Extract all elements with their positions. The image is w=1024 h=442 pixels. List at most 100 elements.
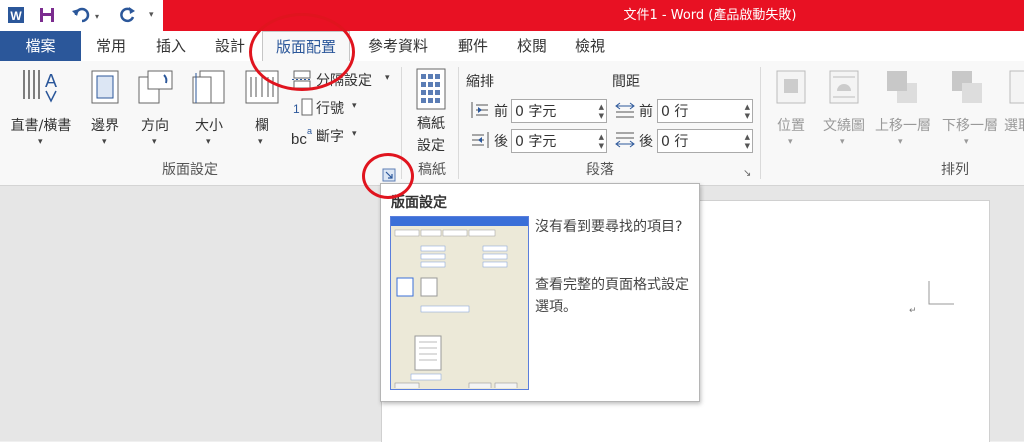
tab-file[interactable]: 檔案	[0, 31, 81, 61]
undo-icon[interactable]: ▾	[70, 5, 104, 25]
margins-button[interactable]: 邊界	[84, 115, 126, 135]
svg-text:1: 1	[293, 102, 300, 116]
columns-button[interactable]: 欄	[242, 115, 282, 135]
indent-after-input[interactable]: 0 字元 ▲ ▼	[511, 129, 607, 153]
spacing-after-value: 0 行	[661, 134, 689, 150]
position-icon[interactable]	[775, 69, 807, 105]
indent-after-value: 0 字元	[515, 134, 557, 150]
indent-title: 縮排	[466, 74, 494, 90]
svg-text:↵: ↵	[909, 306, 917, 316]
chevron-down-icon: ▾	[352, 129, 357, 139]
spacing-title: 間距	[612, 74, 640, 90]
arrange-group-label: 排列	[941, 162, 969, 178]
indent-before-value: 0 字元	[515, 104, 557, 120]
word-app-icon[interactable]: W	[6, 5, 26, 25]
spacing-before-value: 0 行	[661, 104, 689, 120]
page-setup-tooltip: 版面設定 沒有看到要尋找的項目? 查看完整的頁面格式設定選項。	[380, 183, 700, 402]
chevron-down-icon: ▾	[964, 137, 969, 147]
chevron-down-icon: ▾	[840, 137, 845, 147]
spacing-before-label: 前	[639, 104, 653, 120]
selection-pane-button[interactable]: 選取	[1004, 115, 1024, 135]
position-button[interactable]: 位置	[770, 115, 812, 135]
chevron-down-icon: ▾	[152, 137, 157, 147]
paragraph-group-label: 段落	[586, 162, 614, 178]
spin-down-icon[interactable]: ▼	[599, 142, 604, 150]
chevron-down-icon: ▾	[206, 137, 211, 147]
text-direction-button[interactable]: 直書/橫書	[4, 115, 78, 135]
spin-down-icon[interactable]: ▼	[745, 142, 750, 150]
hyphenation-icon: bc a	[291, 125, 315, 148]
line-numbers-icon: 1	[292, 97, 314, 117]
ribbon-separator	[458, 67, 459, 179]
tooltip-text-1: 沒有看到要尋找的項目?	[535, 219, 683, 235]
tab-home[interactable]: 常用	[86, 31, 136, 61]
spacing-before-icon	[614, 100, 636, 120]
annotation-circle-layout-tab	[249, 13, 355, 91]
page-setup-group-label: 版面設定	[162, 162, 218, 178]
svg-text:A: A	[45, 71, 57, 91]
send-backward-button[interactable]: 下移一層	[937, 115, 1003, 135]
orientation-button[interactable]: 方向	[134, 115, 176, 135]
indent-before-label: 前	[494, 104, 508, 120]
window-title: 文件1 - Word (產品啟動失敗)	[623, 8, 797, 23]
spin-up-icon[interactable]: ▲	[745, 133, 750, 141]
hyphenation-button[interactable]: 斷字	[316, 126, 356, 146]
chevron-down-icon: ▾	[102, 137, 107, 147]
annotation-circle-dialog-launcher	[362, 153, 414, 199]
tab-insert[interactable]: 插入	[146, 31, 196, 61]
chevron-down-icon: ▾	[788, 137, 793, 147]
draft-group-label: 稿紙	[418, 162, 446, 178]
spin-up-icon[interactable]: ▲	[745, 103, 750, 111]
svg-text:W: W	[10, 9, 22, 23]
text-direction-icon[interactable]: A	[18, 67, 62, 107]
chevron-down-icon: ▾	[385, 73, 390, 83]
spin-up-icon[interactable]: ▲	[599, 103, 604, 111]
manuscript-setup-button-line1[interactable]: 稿紙	[406, 113, 456, 133]
bring-forward-button[interactable]: 上移一層	[870, 115, 936, 135]
spin-down-icon[interactable]: ▼	[745, 112, 750, 120]
line-numbers-button[interactable]: 行號	[316, 98, 356, 118]
customize-qat-icon[interactable]: ▾	[149, 5, 159, 25]
manuscript-setup-button-line2[interactable]: 設定	[406, 135, 456, 155]
tab-mailings[interactable]: 郵件	[449, 31, 497, 61]
svg-text:bc: bc	[291, 131, 307, 147]
svg-text:a: a	[307, 126, 312, 136]
spacing-before-input[interactable]: 0 行 ▲ ▼	[657, 99, 753, 123]
wrap-text-button[interactable]: 文繞圖	[817, 115, 871, 135]
spacing-after-icon	[614, 130, 636, 150]
paragraph-dialog-launcher-icon[interactable]: ↘	[743, 168, 755, 180]
spin-up-icon[interactable]: ▲	[599, 133, 604, 141]
size-icon[interactable]	[190, 69, 226, 105]
tooltip-text-2: 查看完整的頁面格式設定選項。	[535, 277, 689, 315]
bring-forward-icon[interactable]	[885, 69, 919, 105]
tab-references[interactable]: 參考資料	[358, 31, 438, 61]
tab-design[interactable]: 設計	[205, 31, 255, 61]
chevron-down-icon: ▾	[38, 137, 43, 147]
save-icon[interactable]	[37, 5, 57, 25]
indent-left-icon	[470, 100, 490, 120]
wrap-text-icon[interactable]	[828, 69, 860, 105]
spin-down-icon[interactable]: ▼	[599, 112, 604, 120]
indent-before-input[interactable]: 0 字元 ▲ ▼	[511, 99, 607, 123]
page-setup-dialog-preview	[390, 216, 529, 390]
indent-after-label: 後	[494, 134, 508, 150]
send-backward-icon[interactable]	[950, 69, 984, 105]
ribbon-tab-bar: 檔案 常用 插入 設計 版面配置 參考資料 郵件 校閱 檢視	[0, 31, 1024, 62]
chevron-down-icon: ▾	[352, 101, 357, 111]
size-button[interactable]: 大小	[188, 115, 230, 135]
svg-text:▾: ▾	[95, 12, 99, 21]
ribbon: A 直書/橫書 ▾ 邊界 ▾ 方向 ▾ 大小 ▾ 欄 ▾ 分隔設定 ▾ 1 行號…	[0, 61, 1024, 186]
manuscript-icon[interactable]	[414, 67, 448, 111]
tab-view[interactable]: 檢視	[566, 31, 614, 61]
tab-review[interactable]: 校閱	[508, 31, 556, 61]
margins-icon[interactable]	[89, 69, 121, 105]
ribbon-separator	[760, 67, 761, 179]
title-bar: W ▾ ▾ 文件1 - Word (產品啟動失敗)	[0, 0, 1024, 31]
orientation-icon[interactable]	[136, 69, 174, 105]
spacing-after-label: 後	[639, 134, 653, 150]
selection-pane-icon[interactable]	[1008, 69, 1024, 105]
spacing-after-input[interactable]: 0 行 ▲ ▼	[657, 129, 753, 153]
chevron-down-icon: ▾	[898, 137, 903, 147]
redo-icon[interactable]	[118, 5, 138, 25]
indent-right-icon	[470, 130, 490, 150]
